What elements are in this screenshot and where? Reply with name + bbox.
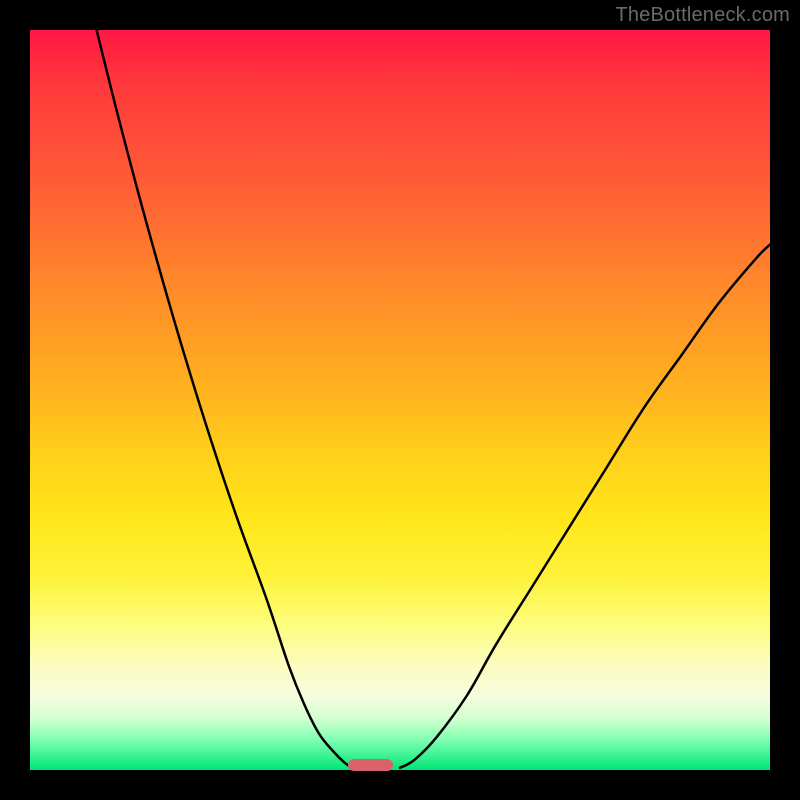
watermark-text: TheBottleneck.com: [615, 4, 790, 27]
curve-left: [97, 30, 352, 768]
curve-right: [400, 245, 770, 768]
curve-layer: [30, 30, 770, 770]
baseline-marker: [348, 759, 392, 771]
chart-frame: TheBottleneck.com: [0, 0, 800, 800]
plot-area: [30, 30, 770, 770]
